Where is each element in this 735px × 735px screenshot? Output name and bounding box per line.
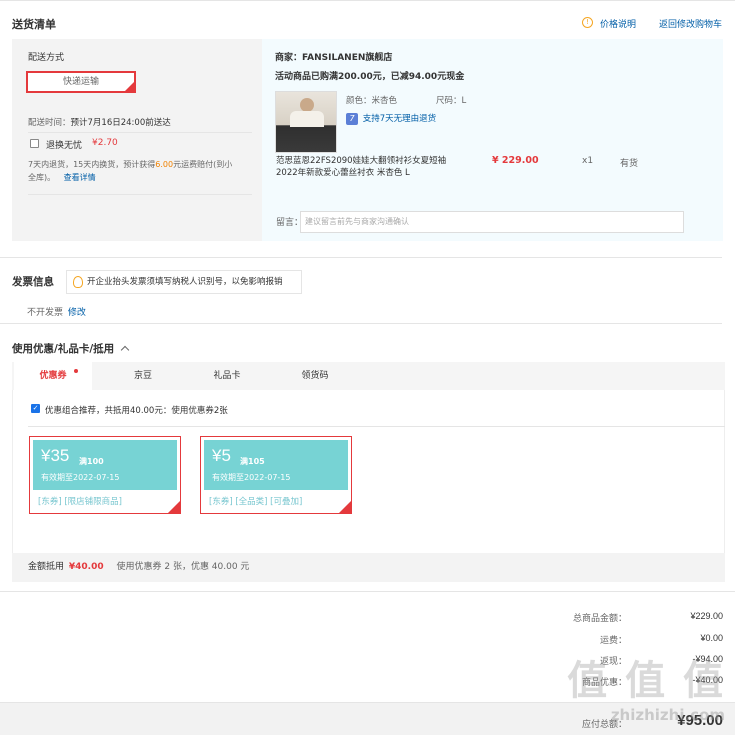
product-price: ¥ 229.00 (492, 155, 539, 166)
chevron-up-icon (120, 345, 130, 355)
product-color: 颜色：米杏色 (346, 94, 397, 106)
summary-value: ¥0.00 (700, 633, 723, 643)
coupon-amount: ¥35 (41, 446, 70, 465)
return-support: 7 支持7天无理由退货 (346, 112, 436, 125)
remark-label: 留言： (276, 218, 304, 228)
coupon-tags: [东券] [限店铺限商品] (38, 497, 122, 507)
watermark-url: zhizhizhi.com (610, 706, 725, 724)
return-desc-3: 全库)。 (28, 173, 56, 182)
product-title[interactable]: 范思蓝恩22FS2090娃娃大翻领衬衫女夏短袖 2022年新款爱心蕾丝衬衣 米杏… (276, 155, 446, 179)
invoice-tip: 开企业抬头发票须填写纳税人识别号，以免影响报销 (66, 270, 302, 294)
delivery-method-label: 配送方式 (28, 53, 65, 63)
delivery-time: 配送时间：预计7月16日24:00前送达 (28, 116, 171, 128)
return-desc-1: 7天内退货，15天内换货，预计获得 (28, 160, 156, 169)
new-dot-icon (74, 369, 78, 373)
seven-day-return-icon: 7 (346, 113, 358, 125)
return-desc-amount: 6.00 (155, 160, 174, 169)
invoice-tip-text: 开企业抬头发票须填写纳税人识别号，以免影响报销 (87, 277, 283, 287)
selected-corner-icon (125, 82, 134, 91)
coupon-card[interactable]: ¥5 满105 有效期至2022-07-15 [东券] [全品类] [可叠加] (200, 436, 352, 514)
selected-corner-icon (339, 501, 351, 513)
selected-corner-icon (168, 501, 180, 513)
back-to-cart-link[interactable]: 返回修改购物车 (659, 17, 722, 30)
coupon-card[interactable]: ¥35 满100 有效期至2022-07-15 [东券] [限店铺限商品] (29, 436, 181, 514)
invoice-status: 不开发票 (27, 308, 64, 318)
invoice-edit-link[interactable]: 修改 (68, 308, 86, 318)
express-delivery-label: 快递运输 (62, 77, 99, 87)
return-option-checkbox[interactable] (30, 139, 39, 148)
shop-name: 商家：FANSILANEN旗舰店 (275, 50, 392, 63)
product-qty: x1 (582, 156, 594, 166)
deduct-amount: ¥40.00 (68, 562, 104, 572)
delivery-divider (28, 132, 252, 133)
watermark: 值 值 值 (567, 658, 725, 704)
tab-coupons[interactable]: 优惠券 (14, 362, 92, 390)
shop-name-value[interactable]: FANSILANEN旗舰店 (302, 53, 392, 63)
coupon-tabs: 优惠券 京豆 礼品卡 领货码 (12, 362, 725, 390)
delivery-time-label: 配送时间： (28, 118, 71, 128)
combo-divider (28, 426, 725, 427)
info-icon: ! (582, 17, 593, 28)
deduct-desc: 使用优惠券 2 张，优惠 40.00 元 (116, 562, 250, 572)
product-thumbnail[interactable] (275, 91, 337, 153)
summary-label: 总商品金额： (572, 614, 627, 624)
coupon-validity: 有效期至2022-07-15 (212, 473, 291, 482)
shop-promo: 活动商品已购满200.00元，已减94.00元现金 (275, 72, 465, 82)
color-value: 米杏色 (371, 96, 398, 106)
coupon-condition: 满100 (79, 457, 104, 466)
return-option-price: ¥2.70 (92, 138, 118, 148)
tab-jingdou[interactable]: 京豆 (104, 362, 182, 390)
top-divider (0, 0, 735, 1)
invoice-status-row: 不开发票 修改 (27, 305, 86, 318)
total-label: 应付总额： (581, 720, 627, 730)
coupon-section-toggle[interactable]: 使用优惠/礼品卡/抵用 (12, 341, 130, 356)
size-value: L (461, 96, 467, 106)
combo-checkbox[interactable]: ✓ (31, 404, 40, 413)
return-details-link[interactable]: 查看详情 (64, 173, 96, 182)
summary-value: ¥229.00 (690, 611, 723, 621)
express-delivery-button[interactable]: 快递运输 (26, 71, 136, 93)
coupon-section-title: 使用优惠/礼品卡/抵用 (12, 343, 115, 355)
coupon-validity: 有效期至2022-07-15 (41, 473, 120, 482)
product-stock: 有货 (620, 159, 639, 169)
coupon-divider (0, 323, 722, 324)
lightbulb-icon (73, 276, 83, 288)
product-size: 尺码：L (436, 94, 466, 106)
size-label: 尺码： (436, 96, 462, 106)
coupon-amount: ¥5 (212, 446, 231, 465)
delivery-time-value: 预计7月16日24:00前送达 (70, 118, 171, 128)
return-option-desc: 7天内退货，15天内换货，预计获得6.00元运费赔付(到小 全库)。 查看详情 (28, 158, 258, 184)
price-note-link[interactable]: 价格说明 (600, 17, 636, 30)
return-desc-2: 元运费赔付(到小 (173, 160, 233, 169)
invoice-divider (0, 257, 722, 258)
delivery-title: 送货清单 (12, 18, 56, 31)
product-title-line-2: 2022年新款爱心蕾丝衬衣 米杏色 L (276, 168, 410, 178)
summary-label: 运费： (599, 636, 627, 646)
combo-text: 优惠组合推荐，共抵用40.00元：使用优惠券2张 (45, 406, 228, 416)
coupon-tags: [东券] [全品类] [可叠加] (209, 497, 303, 507)
remark-input[interactable]: 建议留言前先与商家沟通确认 (300, 211, 684, 233)
product-title-line-1: 范思蓝恩22FS2090娃娃大翻领衬衫女夏短袖 (276, 156, 447, 166)
deduct-label: 金额抵用 (28, 562, 65, 572)
delivery-divider-2 (28, 194, 252, 195)
shop-name-label: 商家： (275, 53, 303, 63)
invoice-title: 发票信息 (12, 276, 54, 288)
return-option-label: 退换无忧 (46, 141, 83, 151)
summary-divider (0, 591, 735, 592)
tab-gift-card[interactable]: 礼品卡 (188, 362, 266, 390)
deduct-bar: 金额抵用 ¥40.00 使用优惠券 2 张，优惠 40.00 元 (12, 553, 725, 582)
tab-coupons-label: 优惠券 (39, 371, 67, 381)
color-label: 颜色： (346, 96, 372, 106)
tab-redeem-code[interactable]: 领货码 (276, 362, 354, 390)
return-support-text: 支持7天无理由退货 (362, 114, 437, 124)
coupon-condition: 满105 (240, 457, 265, 466)
